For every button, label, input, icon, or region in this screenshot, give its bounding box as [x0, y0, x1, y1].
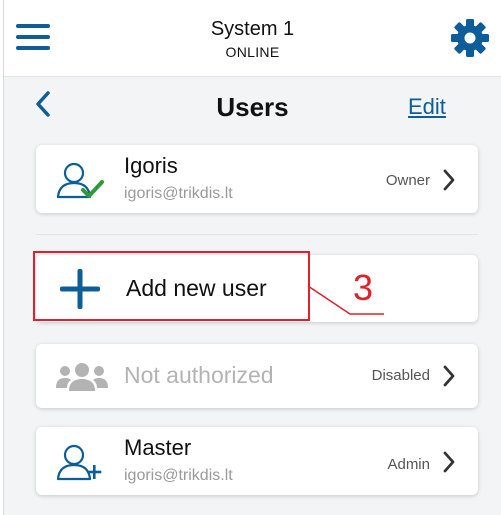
users-group-icon — [56, 362, 108, 392]
user-name: Igoris — [124, 153, 178, 178]
plus-icon — [58, 267, 102, 311]
user-email: igoris@trikdis.lt — [124, 185, 233, 202]
user-email: igoris@trikdis.lt — [124, 467, 233, 484]
user-card-master[interactable]: Master igoris@trikdis.lt Admin — [36, 427, 478, 495]
not-authorized-label: Not authorized — [124, 362, 274, 388]
left-frame-edge — [0, 0, 4, 515]
gear-icon[interactable] — [450, 18, 490, 58]
system-name: System 1 — [210, 18, 295, 40]
top-bar: System 1 ONLINE — [4, 0, 501, 77]
user-name: Master — [124, 435, 192, 460]
user-check-icon — [56, 161, 106, 199]
edit-link[interactable]: Edit — [408, 94, 446, 120]
not-authorized-users-item[interactable]: Not authorized Disabled — [36, 344, 478, 408]
page-header: Users Edit — [4, 82, 501, 134]
user-role: Admin — [387, 456, 430, 473]
user-add-icon — [56, 443, 106, 481]
add-new-user-button[interactable]: Add new user — [36, 255, 478, 322]
user-card-igoris[interactable]: Igoris igoris@trikdis.lt Owner — [36, 145, 478, 213]
user-role: Owner — [385, 172, 430, 189]
chevron-right-icon — [442, 168, 456, 192]
chevron-right-icon — [442, 450, 456, 474]
section-divider — [36, 234, 478, 235]
add-new-user-label: Add new user — [126, 275, 267, 301]
system-status: ONLINE — [225, 44, 280, 60]
disabled-status: Disabled — [371, 367, 430, 384]
annotation-step-number: 3 — [353, 267, 374, 308]
chevron-right-icon — [442, 364, 456, 388]
